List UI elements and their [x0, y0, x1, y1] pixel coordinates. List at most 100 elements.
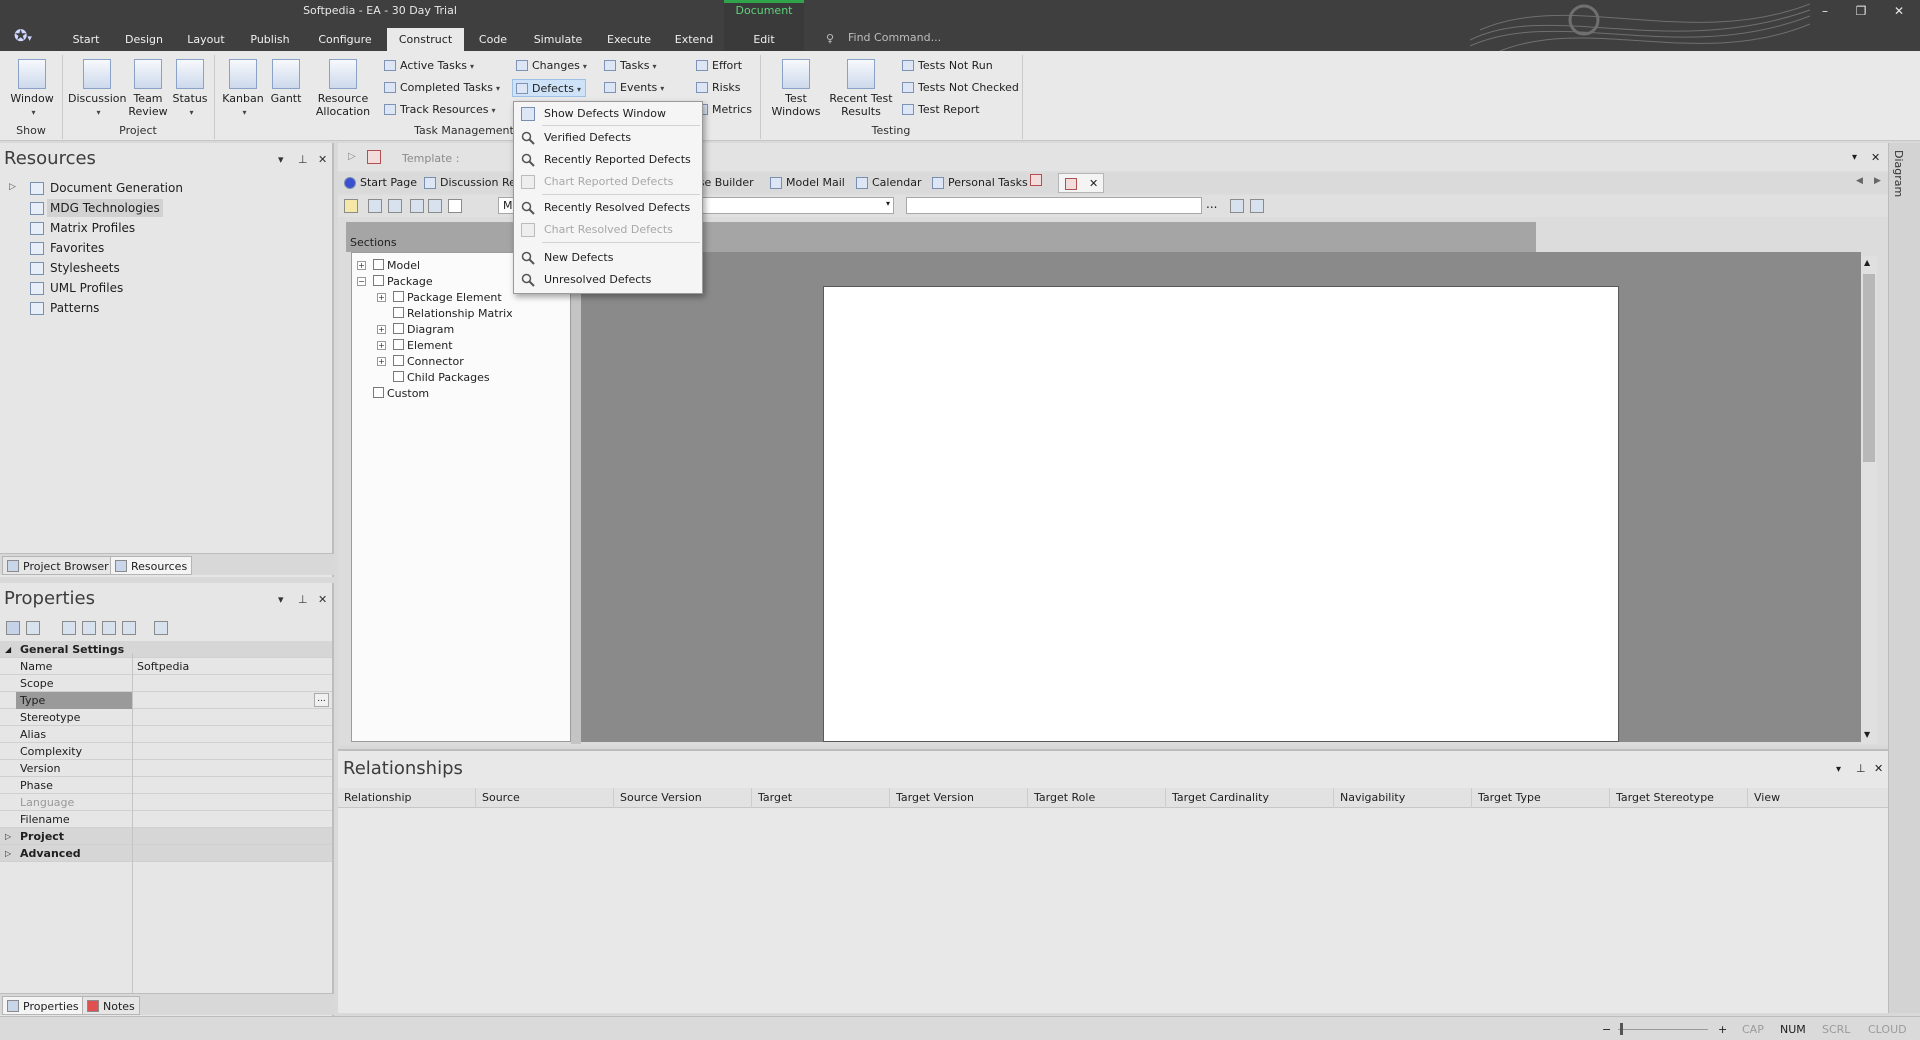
collapse-icon[interactable]: −	[357, 277, 366, 286]
property-value[interactable]: Softpedia	[137, 658, 189, 675]
properties-dialog-icon[interactable]	[102, 621, 116, 635]
new-document-icon[interactable]	[344, 199, 358, 213]
property-row-name[interactable]: Name Softpedia	[0, 658, 332, 675]
zoom-slider-thumb[interactable]	[1620, 1023, 1623, 1035]
section-package[interactable]: − Package	[357, 274, 433, 289]
tab-start-page[interactable]: Start Page	[342, 173, 417, 193]
tab-scroll-left-icon[interactable]: ◀	[1856, 176, 1863, 186]
resource-item-patterns[interactable]: Patterns	[50, 299, 99, 317]
tab-calendar[interactable]: Calendar	[854, 173, 921, 193]
property-section-advanced[interactable]: ▷ Advanced	[0, 845, 332, 862]
metrics-button[interactable]: Metrics	[696, 101, 752, 119]
nav-arrow-icon[interactable]: ▷	[348, 151, 356, 162]
browse-button[interactable]: ...	[314, 693, 329, 707]
close-icon[interactable]: ✕	[1874, 762, 1883, 775]
settings-icon[interactable]	[1250, 199, 1264, 213]
effort-button[interactable]: Effort	[696, 57, 742, 75]
property-row-alias[interactable]: Alias	[0, 726, 332, 743]
changes-button[interactable]: Changes ▾	[516, 57, 587, 75]
test-windows-button[interactable]: Test Windows	[764, 59, 828, 118]
categorized-icon[interactable]	[6, 621, 20, 635]
tab-layout[interactable]: Layout	[186, 28, 226, 51]
column-target-stereotype[interactable]: Target Stereotype	[1610, 788, 1748, 808]
resource-item-stylesheets[interactable]: Stylesheets	[50, 259, 120, 277]
window-button[interactable]: Window ▾	[8, 59, 56, 119]
sections-splitter[interactable]	[571, 222, 581, 744]
team-review-button[interactable]: Team Review	[128, 59, 168, 118]
sort-alphabetical-icon[interactable]	[26, 621, 40, 635]
restore-icon[interactable]: ❐	[1846, 4, 1876, 18]
scroll-up-icon[interactable]: ▲	[1864, 258, 1870, 267]
zoom-in-button[interactable]: +	[1718, 1023, 1727, 1036]
tab-scroll-right-icon[interactable]: ▶	[1874, 176, 1881, 186]
zoom-out-button[interactable]: −	[1602, 1023, 1611, 1036]
pin-icon[interactable]: ⊥	[298, 153, 308, 166]
find-command-input[interactable]: Find Command...	[848, 31, 941, 44]
output-field[interactable]	[906, 197, 1202, 214]
checkbox[interactable]	[393, 371, 404, 382]
status-button[interactable]: Status ▾	[172, 59, 208, 119]
expand-icon[interactable]: +	[377, 293, 386, 302]
property-row-stereotype[interactable]: Stereotype	[0, 709, 332, 726]
menu-item-new-defects[interactable]: New Defects	[514, 248, 702, 268]
pin-icon[interactable]: ⊥	[1856, 762, 1866, 775]
options-icon[interactable]	[154, 621, 168, 635]
discussion-button[interactable]: Discussion ▾	[68, 59, 127, 119]
section-model[interactable]: + Model	[357, 258, 420, 273]
diagram-side-tab[interactable]: Diagram	[1892, 150, 1905, 197]
active-tasks-button[interactable]: Active Tasks ▾	[384, 57, 474, 75]
expand-icon[interactable]: +	[357, 261, 366, 270]
menu-item-show-defects-window[interactable]: Show Defects Window	[514, 104, 702, 124]
checkbox[interactable]	[393, 291, 404, 302]
page-view-icon[interactable]	[448, 199, 462, 213]
section-element[interactable]: + Element	[377, 338, 453, 353]
tab-personal-tasks[interactable]: Personal Tasks	[930, 173, 1028, 193]
track-resources-button[interactable]: Track Resources ▾	[384, 101, 495, 119]
resource-item-matrix-profiles[interactable]: Matrix Profiles	[50, 219, 135, 237]
checkbox[interactable]	[393, 323, 404, 334]
tests-not-run-button[interactable]: Tests Not Run	[902, 57, 993, 75]
tab-notes[interactable]: Notes	[82, 996, 140, 1015]
property-section-general[interactable]: ◢ General Settings	[0, 641, 332, 658]
resource-item-favorites[interactable]: Favorites	[50, 239, 104, 257]
section-child-packages[interactable]: Child Packages	[393, 370, 490, 385]
events-button[interactable]: Events ▾	[604, 79, 664, 97]
checkbox[interactable]	[393, 339, 404, 350]
calendar-picker-icon[interactable]	[1230, 199, 1244, 213]
gantt-button[interactable]: Gantt	[268, 59, 304, 105]
checkbox[interactable]	[393, 307, 404, 318]
expand-icon[interactable]: +	[377, 357, 386, 366]
property-row-type[interactable]: Type ...	[0, 692, 332, 709]
property-section-project[interactable]: ▷ Project	[0, 828, 332, 845]
column-navigability[interactable]: Navigability	[1334, 788, 1472, 808]
risks-button[interactable]: Risks	[696, 79, 741, 97]
tab-extend[interactable]: Extend	[673, 28, 715, 51]
property-row-language[interactable]: Language	[0, 794, 332, 811]
completed-tasks-button[interactable]: Completed Tasks ▾	[384, 79, 500, 97]
section-connector[interactable]: + Connector	[377, 354, 464, 369]
save-icon[interactable]	[368, 199, 382, 213]
column-target-type[interactable]: Target Type	[1472, 788, 1610, 808]
column-target[interactable]: Target	[752, 788, 890, 808]
property-row-filename[interactable]: Filename	[0, 811, 332, 828]
column-target-version[interactable]: Target Version	[890, 788, 1028, 808]
section-relationship-matrix[interactable]: Relationship Matrix	[393, 306, 513, 321]
pin-icon[interactable]: ⊥	[298, 593, 308, 606]
scrollbar-thumb[interactable]	[1863, 274, 1875, 462]
resource-item-document-generation[interactable]: Document Generation	[50, 179, 183, 197]
filter-icon[interactable]	[62, 621, 76, 635]
menu-item-verified-defects[interactable]: Verified Defects	[514, 128, 702, 148]
column-source-version[interactable]: Source Version	[614, 788, 752, 808]
resource-item-mdg-technologies[interactable]: MDG Technologies	[47, 199, 163, 217]
check-icon[interactable]	[82, 621, 96, 635]
tab-properties[interactable]: Properties	[2, 996, 84, 1015]
section-package-element[interactable]: + Package Element	[377, 290, 502, 305]
section-custom[interactable]: Custom	[373, 386, 429, 401]
resource-allocation-button[interactable]: Resource Allocation	[314, 59, 372, 118]
copy-icon[interactable]	[388, 199, 402, 213]
tasks-button[interactable]: Tasks ▾	[604, 57, 657, 75]
minimize-icon[interactable]: –	[1810, 4, 1840, 18]
column-source[interactable]: Source	[476, 788, 614, 808]
property-row-complexity[interactable]: Complexity	[0, 743, 332, 760]
pane-menu-icon[interactable]: ▾	[1852, 152, 1857, 163]
